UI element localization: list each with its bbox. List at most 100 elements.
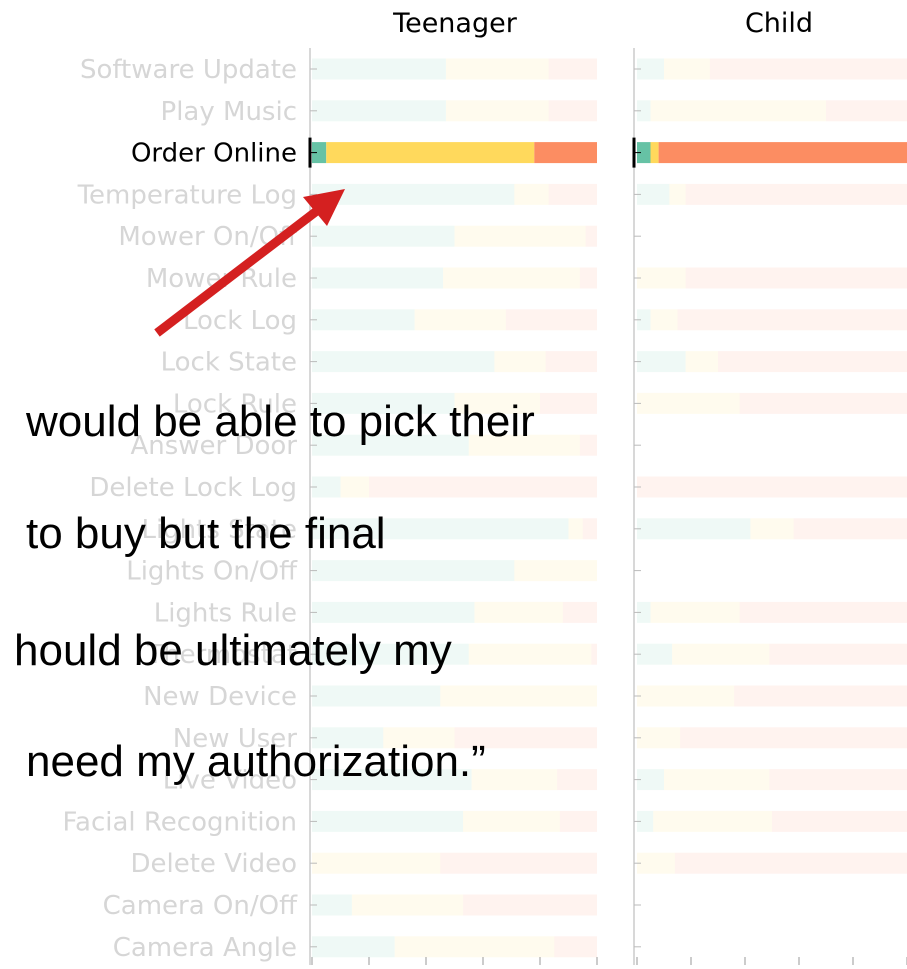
bar-segment bbox=[341, 477, 370, 498]
bar-segment bbox=[569, 518, 583, 539]
bar-segment bbox=[637, 59, 664, 80]
category-label: Order Online bbox=[131, 139, 297, 169]
bar-segment bbox=[794, 518, 907, 539]
bar-segment bbox=[474, 602, 562, 623]
bar-segment bbox=[591, 644, 597, 665]
bar-segment bbox=[463, 811, 560, 832]
bar-segment bbox=[686, 351, 718, 372]
category-label: Lights On/Off bbox=[126, 557, 298, 587]
bar-segment bbox=[312, 686, 440, 707]
bar-segment bbox=[463, 895, 597, 916]
highlight-marker bbox=[309, 138, 312, 168]
stacked-bar-chart: Teenager Child Software Update Play Music… bbox=[0, 0, 907, 965]
bar-segment bbox=[440, 686, 597, 707]
bar-segment bbox=[734, 686, 907, 707]
bar-segment bbox=[446, 100, 549, 121]
bar-segment bbox=[651, 309, 678, 330]
quote-line-1: would be able to pick their bbox=[26, 400, 535, 444]
bar-segment bbox=[586, 226, 597, 247]
quote-line-4: need my authorization.” bbox=[26, 740, 486, 784]
bar-segment bbox=[560, 811, 597, 832]
bar-segment bbox=[637, 727, 680, 748]
bar-segment bbox=[580, 435, 597, 456]
bar-segment bbox=[637, 351, 686, 372]
bar-segment bbox=[549, 59, 597, 80]
bar-segment bbox=[312, 268, 443, 289]
category-label: Lights Rule bbox=[154, 598, 297, 628]
bar-segment bbox=[506, 309, 597, 330]
bar-segment bbox=[637, 644, 672, 665]
bar-segment bbox=[718, 351, 907, 372]
bar-segment bbox=[312, 560, 514, 581]
bar-segment bbox=[637, 769, 664, 790]
category-label: Temperature Log bbox=[77, 180, 297, 210]
bar-segment bbox=[675, 853, 907, 874]
bar-segment bbox=[769, 644, 907, 665]
bar-segment bbox=[651, 602, 740, 623]
bar-segment bbox=[312, 100, 446, 121]
panel-child bbox=[633, 48, 907, 965]
bar-segment bbox=[455, 226, 586, 247]
quote-line-3: hould be ultimately my bbox=[14, 629, 452, 673]
bar-segment bbox=[651, 100, 827, 121]
bar-segment bbox=[637, 184, 669, 205]
bar-segment bbox=[557, 769, 597, 790]
quote-line-2: to buy but the final bbox=[26, 512, 386, 556]
bar-segment bbox=[678, 309, 907, 330]
category-label: Lock Log bbox=[183, 306, 297, 336]
category-label: Software Update bbox=[80, 55, 297, 85]
bar-segment bbox=[395, 936, 555, 957]
panel-teenager bbox=[309, 48, 598, 965]
bar-segment bbox=[740, 393, 907, 414]
category-label: Delete Lock Log bbox=[89, 473, 297, 503]
bar-segment bbox=[637, 268, 686, 289]
bar-segment bbox=[546, 351, 597, 372]
bar-segment bbox=[669, 184, 685, 205]
bar-segment bbox=[664, 59, 710, 80]
chart-slide: Teenager Child Software Update Play Music… bbox=[0, 0, 907, 965]
bar-segment bbox=[312, 226, 455, 247]
bar-segment bbox=[664, 769, 769, 790]
bar-segment bbox=[446, 59, 549, 80]
category-label: Lock State bbox=[161, 348, 297, 378]
bar-segment bbox=[369, 477, 597, 498]
bar-segment bbox=[637, 477, 907, 498]
category-label: Facial Recognition bbox=[62, 807, 297, 837]
bar-segment bbox=[326, 142, 534, 163]
bar-segment bbox=[312, 936, 395, 957]
bar-segment bbox=[680, 727, 907, 748]
bar-segment bbox=[740, 602, 907, 623]
panel-title-teenager: Teenager bbox=[392, 8, 518, 39]
bar-segment bbox=[750, 518, 793, 539]
bar-segment bbox=[312, 811, 463, 832]
bar-segment bbox=[312, 59, 446, 80]
bar-segment bbox=[672, 644, 769, 665]
bar-segment bbox=[583, 518, 597, 539]
category-label: Camera Angle bbox=[113, 933, 297, 963]
panel-title-child: Child bbox=[745, 8, 813, 39]
bar-segment bbox=[637, 853, 675, 874]
bar-segment bbox=[443, 268, 580, 289]
bar-segment bbox=[637, 686, 734, 707]
bar-segment bbox=[352, 895, 463, 916]
bar-segment bbox=[494, 351, 545, 372]
bar-segment bbox=[651, 142, 659, 163]
bar-segment bbox=[312, 895, 352, 916]
bar-segment bbox=[563, 602, 597, 623]
bar-segment bbox=[710, 59, 907, 80]
category-label: Play Music bbox=[161, 97, 297, 127]
bar-segment bbox=[514, 560, 597, 581]
bar-segment bbox=[554, 936, 597, 957]
bar-segment bbox=[826, 100, 907, 121]
bar-segment bbox=[769, 769, 907, 790]
bar-segment bbox=[686, 184, 907, 205]
bar-segment bbox=[549, 100, 597, 121]
bar-segment bbox=[653, 811, 772, 832]
bar-segment bbox=[637, 518, 750, 539]
category-label: New Device bbox=[143, 682, 297, 712]
bar-segment bbox=[312, 351, 494, 372]
bar-segment bbox=[469, 644, 592, 665]
bar-segment bbox=[415, 309, 506, 330]
category-label: Delete Video bbox=[130, 849, 297, 879]
bar-segment bbox=[659, 142, 907, 163]
